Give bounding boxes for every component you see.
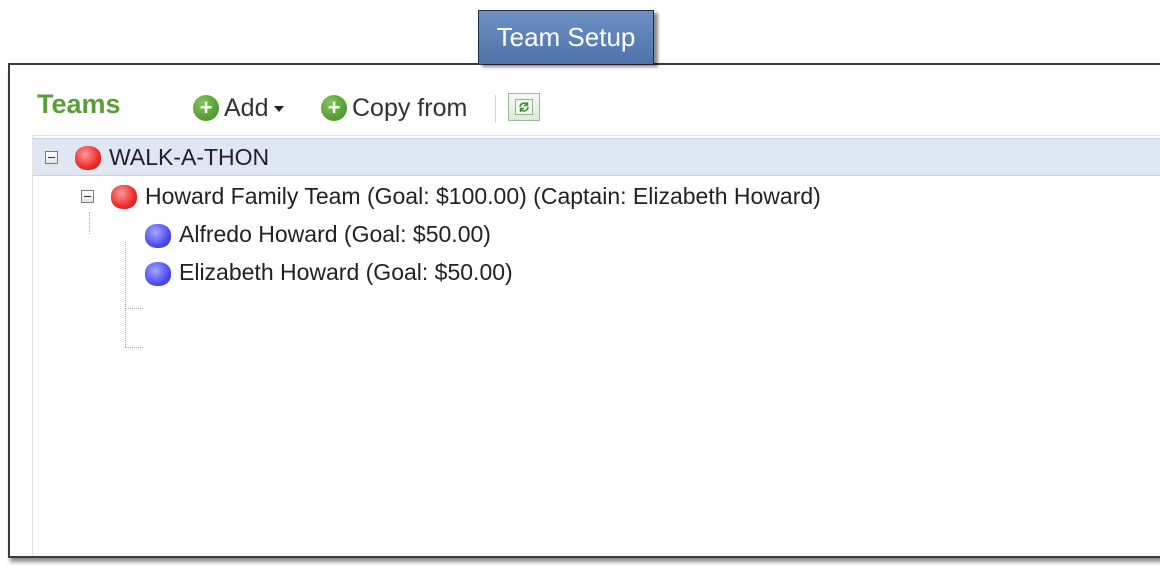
add-button[interactable]: + Add xyxy=(193,91,285,125)
plus-circle-icon: + xyxy=(193,95,219,121)
collapse-icon[interactable] xyxy=(81,190,94,203)
tree-row-team[interactable]: Howard Family Team (Goal: $100.00) (Capt… xyxy=(33,178,1160,216)
toolbar-separator xyxy=(495,95,496,123)
tree-node-label: Alfredo Howard (Goal: $50.00) xyxy=(179,221,491,247)
refresh-button[interactable] xyxy=(508,93,540,121)
tree-connector xyxy=(125,308,143,309)
copy-from-button[interactable]: + Copy from xyxy=(321,91,467,125)
team-node-icon xyxy=(111,185,137,209)
tree-node-label: WALK-A-THON xyxy=(109,144,270,170)
member-node-icon xyxy=(145,224,171,248)
caret-down-icon xyxy=(274,106,285,112)
add-label: Add xyxy=(224,93,269,122)
tab-team-setup[interactable]: Team Setup xyxy=(478,10,654,64)
tree-row-walk-a-thon[interactable]: WALK-A-THON xyxy=(33,138,1160,176)
plus-circle-icon: + xyxy=(321,95,347,121)
member-node-icon xyxy=(145,262,171,286)
teams-title: Teams xyxy=(37,89,121,119)
collapse-icon[interactable] xyxy=(45,151,58,164)
toolbar: Teams + Add + Copy from xyxy=(10,65,1160,135)
teams-panel: Teams + Add + Copy from WALK-A-THON Howa… xyxy=(8,63,1160,558)
teams-tree: WALK-A-THON Howard Family Team (Goal: $1… xyxy=(32,135,1160,556)
event-node-icon xyxy=(75,146,101,170)
tree-node-label: Elizabeth Howard (Goal: $50.00) xyxy=(179,259,513,285)
tree-node-label: Howard Family Team (Goal: $100.00) (Capt… xyxy=(145,183,821,209)
copy-from-label: Copy from xyxy=(352,93,468,122)
refresh-icon xyxy=(515,99,533,115)
tree-row-member[interactable]: Elizabeth Howard (Goal: $50.00) xyxy=(33,254,1160,292)
tree-row-member[interactable]: Alfredo Howard (Goal: $50.00) xyxy=(33,216,1160,254)
tree-connector xyxy=(125,347,143,348)
